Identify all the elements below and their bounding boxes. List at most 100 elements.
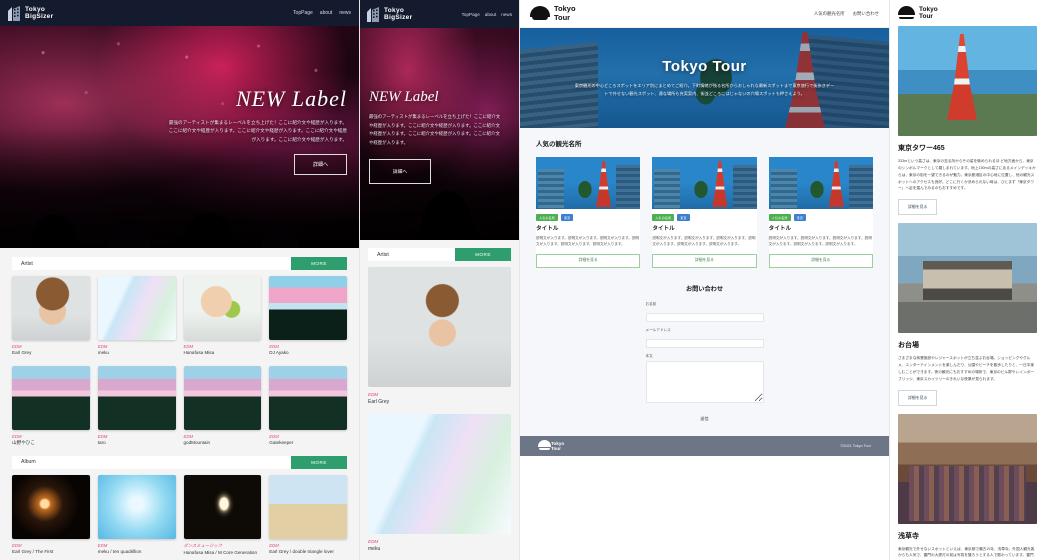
bigsizer-nav-links: TopPage about news	[293, 10, 351, 16]
artist-thumbnail	[183, 366, 262, 431]
spot-card-image	[652, 157, 757, 209]
nav-item-about[interactable]: about	[320, 10, 333, 16]
logo-line-1: Tokyo	[384, 6, 405, 14]
album-name: Earl Grey / double triangle lover	[269, 548, 334, 554]
nav-item-toppage[interactable]: TopPage	[462, 12, 480, 17]
spot-card-text: 説明文が入ります。説明文が入ります。説明文が入ります。説明文が入ります。説明文が…	[652, 236, 756, 247]
submit-button[interactable]: 送信	[646, 414, 764, 422]
artist-thumbnail	[12, 276, 90, 340]
contact-section: お問い合わせ お名前 メールアドレス 本文 送信	[520, 279, 889, 436]
album-card[interactable]: EDM Earl Grey / The First	[12, 474, 90, 556]
body-textarea[interactable]	[645, 360, 764, 403]
spot-body-text: 333mという高さは、東京の至る所からその姿を眺められるほ ど地方面から、東京の…	[898, 159, 1036, 191]
badge-area: 東京	[677, 214, 690, 221]
popular-spots-section: 人気の観光名所 人気の名所 東京 タイトル 説明文が入ります。説明文が入ります。…	[520, 128, 889, 280]
logo-line-1: Tokyo	[25, 5, 46, 13]
bigsizer-hero: NEW Label 最強のアーティストが集まるレーベルを立ち上げた！ここに紹介文…	[0, 26, 359, 248]
artist-card[interactable]: EDM Hanafusa Misa	[183, 276, 262, 356]
artist-genre-tag: EDM	[97, 434, 108, 440]
artist-name: Gatekeeper	[269, 440, 294, 446]
artist-card[interactable]: EDM taro	[97, 366, 176, 446]
logo-line-2: Tour	[554, 12, 571, 22]
artist-name: Earl Grey	[368, 399, 390, 405]
spot-card[interactable]: 人気の名所 東京 タイトル 説明文が入ります。説明文が入ります。説明文が入ります…	[652, 157, 757, 268]
artist-card[interactable]: EDM 山野やひこ	[12, 366, 90, 446]
hero-description: 東京観光の中心どころスポットをエリア別にまとめてご紹介。下町情緒が残る名所からお…	[574, 83, 835, 96]
logo-line-2: BigSizer	[384, 14, 413, 21]
album-name: Earl Grey / The First	[12, 548, 54, 554]
artist-name: Earl Grey	[12, 350, 32, 355]
artist-genre-tag: EDM	[269, 434, 279, 440]
album-thumbnail	[97, 474, 176, 539]
email-field-label: メールアドレス	[645, 327, 671, 332]
bigsizer-mobile-hero: NEW Label 最強のアーティストが集まるレーベルを立ち上げた！ここに紹介文…	[360, 28, 519, 240]
logo-line-1: Tokyo	[551, 440, 565, 446]
badge-popular: 人気の名所	[652, 214, 675, 221]
spot-card-text: 説明文が入ります。説明文が入ります。説明文が入ります。説明文が入ります。説明文が…	[536, 236, 640, 247]
artist-more-button[interactable]: MORE	[291, 257, 347, 270]
contact-title: お問い合わせ	[685, 285, 724, 293]
artist-card[interactable]: EDM DJ Ayako	[269, 276, 347, 356]
artist-card[interactable]: EDM meku	[97, 276, 176, 356]
album-card[interactable]: ダンスミュージック Hanafusa Misa / M Core Generati…	[183, 474, 262, 556]
spot-card-detail-button[interactable]: 詳細を見る	[536, 253, 641, 268]
bigsizer-mobile-logo[interactable]: Tokyo BigSizer	[367, 6, 413, 22]
artist-thumbnail	[97, 276, 176, 340]
artist-grid-row-2: EDM 山野やひこ EDM taro EDM godMountain EDM Gatek…	[0, 366, 359, 446]
email-input[interactable]	[645, 338, 764, 348]
album-more-button[interactable]: MORE	[291, 455, 347, 469]
spot-card-title: タイトル	[536, 226, 559, 232]
spot-card[interactable]: 人気の名所 東京 タイトル 説明文が入ります。説明文が入ります。説明文が入ります…	[536, 157, 641, 268]
artist-genre-tag: EDM	[183, 344, 194, 349]
spot-photo-sensoji	[898, 413, 1037, 524]
nav-item-about[interactable]: about	[485, 12, 497, 17]
tokyotour-logo[interactable]: Tokyo Tour	[530, 4, 576, 22]
bigsizer-logo[interactable]: Tokyo BigSizer	[8, 5, 54, 21]
nav-item-contact[interactable]: お問い合わせ	[853, 11, 879, 17]
artist-more-button[interactable]: MORE	[455, 248, 511, 261]
artist-thumbnail	[97, 366, 176, 431]
hero-description: 最強のアーティストが集まるレーベルを立ち上げた！ここに紹介文や経歴が入ります。こ…	[369, 114, 501, 145]
tokyotour-hero: Tokyo Tour 東京観光の中心どころスポットをエリア別にまとめてご紹介。下…	[520, 28, 889, 128]
logo-line-2: BigSizer	[25, 13, 54, 20]
logo-line-2: Tour	[919, 13, 933, 20]
hero-detail-button[interactable]: 詳細へ	[369, 159, 431, 185]
spot-card-image	[536, 157, 641, 209]
footer-logo-text: Tokyo Tour	[551, 441, 564, 451]
artist-thumbnail	[12, 366, 90, 431]
badge-popular: 人気の名所	[768, 214, 791, 221]
spot-card-title: タイトル	[652, 226, 675, 232]
album-card[interactable]: EDM Earl Grey / double triangle lover	[269, 474, 347, 556]
spot-detail-button[interactable]: 詳細を見る	[898, 199, 938, 216]
tokyotour-mobile-logo[interactable]: Tokyo Tour	[898, 6, 938, 20]
album-section-title: Album	[21, 459, 36, 466]
hero-detail-button[interactable]: 詳細へ	[293, 154, 347, 176]
artist-genre-tag: EDM	[12, 434, 22, 440]
nav-item-toppage[interactable]: TopPage	[293, 10, 313, 16]
spot-card-detail-button[interactable]: 詳細を見る	[768, 253, 873, 268]
name-input[interactable]	[645, 312, 764, 322]
screenshot-stage: Tokyo BigSizer TopPage about news NEW La…	[0, 0, 1045, 560]
artist-name: taro	[97, 440, 106, 446]
spot-card-detail-button[interactable]: 詳細を見る	[652, 253, 757, 268]
artist-list-item[interactable]: EDM Earl Grey	[368, 267, 511, 405]
artist-card[interactable]: EDM Gatekeeper	[269, 366, 347, 446]
album-card[interactable]: EDM meku / ten quadrillion	[97, 474, 176, 556]
album-section-header: Album MORE	[12, 455, 347, 469]
tokyotour-logo-text: Tokyo Tour	[554, 4, 576, 22]
artist-name: 山野やひこ	[12, 440, 35, 446]
spot-detail-button[interactable]: 詳細を見る	[898, 389, 938, 406]
nav-item-popular-spots[interactable]: 人気の観光名所	[814, 11, 845, 17]
mobile-artist-section-header: Artist MORE	[368, 248, 511, 261]
artist-card[interactable]: EDM Earl Grey	[12, 276, 90, 356]
nav-item-news[interactable]: news	[501, 12, 512, 17]
album-genre-tag: EDM	[269, 542, 279, 548]
artist-genre-tag: EDM	[183, 434, 194, 440]
spot-body-text: 東京観光で外せないスポットといえば、東京都で最古の寺、浅草寺。外国人観光客からも…	[898, 546, 1035, 558]
artist-list-item[interactable]: EDM meku	[368, 414, 511, 552]
nav-item-news[interactable]: news	[339, 10, 351, 16]
artist-genre-tag: EDM	[12, 344, 22, 349]
tokyotour-footer: Tokyo Tour ©2021 Tokyo Tour	[520, 435, 889, 456]
artist-card[interactable]: EDM godMountain	[183, 366, 262, 446]
spot-card[interactable]: 人気の名所 東京 タイトル 説明文が入ります。説明文が入ります。説明文が入ります…	[768, 157, 873, 268]
